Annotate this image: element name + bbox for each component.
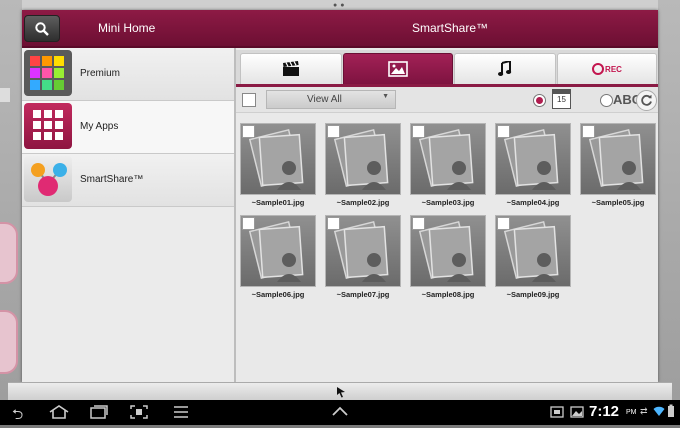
photo-select-checkbox[interactable] bbox=[242, 217, 255, 230]
calendar-day: 15 bbox=[557, 95, 566, 104]
photo-grid: ~Sample01.jpg ~Sample02.jpg ~Sample03.jpg ~… bbox=[236, 113, 658, 382]
photo-filename: ~Sample04.jpg bbox=[506, 198, 560, 207]
home-icon bbox=[0, 88, 10, 102]
sidebar: Premium My Apps SmartShare™ bbox=[22, 48, 236, 382]
filter-toolbar: View All ▼ 15 ABC bbox=[236, 87, 658, 113]
menu-icon[interactable] bbox=[173, 405, 189, 419]
tab-rec[interactable]: REC bbox=[557, 53, 657, 84]
clock-time: 7:12 bbox=[589, 403, 620, 420]
photo-thumbnail[interactable]: ~Sample06.jpg bbox=[240, 215, 316, 303]
mini-home-handle[interactable] bbox=[8, 382, 672, 400]
rec-label: REC bbox=[605, 64, 622, 74]
system-navbar: ⮌ 7:12 PM ⇄ bbox=[0, 400, 680, 425]
photo-thumbnail[interactable]: ~Sample01.jpg bbox=[240, 123, 316, 211]
tab-photo[interactable] bbox=[343, 53, 453, 84]
photo-filename: ~Sample02.jpg bbox=[336, 198, 390, 207]
photo-thumbnail[interactable]: ~Sample09.jpg bbox=[495, 215, 571, 303]
music-note-icon bbox=[498, 61, 512, 76]
photo-filename: ~Sample06.jpg bbox=[251, 290, 305, 299]
photo-thumbnail[interactable]: ~Sample03.jpg bbox=[410, 123, 486, 211]
search-icon bbox=[35, 21, 49, 36]
sidebar-item-label: Premium bbox=[80, 68, 121, 79]
back-icon[interactable]: ⮌ bbox=[12, 404, 23, 428]
battery-icon bbox=[668, 404, 674, 417]
sort-by-name-radio[interactable] bbox=[600, 94, 613, 107]
rec-icon bbox=[592, 63, 605, 75]
photo-filename: ~Sample05.jpg bbox=[591, 198, 645, 207]
widget-edge bbox=[0, 310, 18, 374]
home-background-left bbox=[0, 0, 22, 400]
photo-select-checkbox[interactable] bbox=[327, 217, 340, 230]
image-icon bbox=[388, 61, 408, 77]
photo-thumbnail[interactable]: ~Sample08.jpg bbox=[410, 215, 486, 303]
screenshot-icon[interactable] bbox=[130, 405, 148, 419]
photo-select-checkbox[interactable] bbox=[242, 125, 255, 138]
refresh-button[interactable] bbox=[636, 90, 657, 111]
calendar-icon: 15 bbox=[552, 89, 571, 109]
photo-thumbnail[interactable]: ~Sample07.jpg bbox=[325, 215, 401, 303]
sidebar-item-label: SmartShare™ bbox=[80, 174, 144, 185]
photo-filename: ~Sample03.jpg bbox=[421, 198, 475, 207]
mini-home-window: Mini Home SmartShare™ Premium My Apps Sm… bbox=[22, 10, 658, 382]
photo-select-checkbox[interactable] bbox=[412, 125, 425, 138]
premium-icon bbox=[24, 50, 72, 96]
sync-icon: ⇄ bbox=[640, 406, 648, 416]
widget-edge bbox=[0, 222, 18, 284]
photo-thumbnail[interactable]: ~Sample02.jpg bbox=[325, 123, 401, 211]
mini-home-label: Mini Home bbox=[98, 21, 156, 35]
home-icon[interactable] bbox=[48, 405, 70, 419]
app-header: Mini Home SmartShare™ bbox=[22, 10, 658, 48]
wifi-icon bbox=[653, 406, 665, 416]
chevron-up-icon[interactable] bbox=[331, 406, 349, 416]
photo-select-checkbox[interactable] bbox=[412, 217, 425, 230]
notification-icon bbox=[550, 406, 564, 418]
my-apps-icon bbox=[24, 103, 72, 149]
chevron-down-icon: ▼ bbox=[382, 93, 389, 100]
photo-thumbnail[interactable]: ~Sample04.jpg bbox=[495, 123, 571, 211]
smartshare-icon bbox=[24, 156, 72, 202]
photo-select-checkbox[interactable] bbox=[497, 217, 510, 230]
recent-apps-icon[interactable] bbox=[89, 405, 109, 419]
sidebar-item-premium[interactable]: Premium bbox=[22, 48, 234, 101]
select-all-checkbox[interactable] bbox=[242, 93, 256, 107]
photo-thumbnail[interactable]: ~Sample05.jpg bbox=[580, 123, 656, 211]
view-filter-dropdown[interactable]: View All ▼ bbox=[266, 90, 396, 109]
cursor-icon bbox=[337, 387, 345, 398]
photo-filename: ~Sample09.jpg bbox=[506, 290, 560, 299]
view-filter-value: View All bbox=[307, 94, 342, 105]
photo-select-checkbox[interactable] bbox=[497, 125, 510, 138]
status-strip: ●● bbox=[0, 0, 680, 10]
gallery-notification-icon bbox=[570, 406, 584, 418]
page-indicator: ●● bbox=[333, 2, 348, 9]
media-tabs: REC bbox=[236, 50, 658, 87]
search-button[interactable] bbox=[24, 15, 60, 42]
photo-select-checkbox[interactable] bbox=[582, 125, 595, 138]
photo-select-checkbox[interactable] bbox=[327, 125, 340, 138]
sidebar-item-label: My Apps bbox=[80, 121, 119, 132]
clock-ampm: PM bbox=[626, 409, 637, 416]
app-title: SmartShare™ bbox=[412, 21, 489, 35]
sidebar-item-my-apps[interactable]: My Apps bbox=[22, 101, 234, 154]
clapperboard-icon bbox=[283, 61, 299, 76]
refresh-icon bbox=[641, 94, 652, 106]
photo-filename: ~Sample08.jpg bbox=[421, 290, 475, 299]
photo-filename: ~Sample07.jpg bbox=[336, 290, 390, 299]
photo-filename: ~Sample01.jpg bbox=[251, 198, 305, 207]
tab-video[interactable] bbox=[240, 53, 342, 84]
tab-music[interactable] bbox=[454, 53, 556, 84]
sidebar-item-smartshare[interactable]: SmartShare™ bbox=[22, 154, 234, 207]
sort-by-date-radio[interactable] bbox=[533, 94, 546, 107]
